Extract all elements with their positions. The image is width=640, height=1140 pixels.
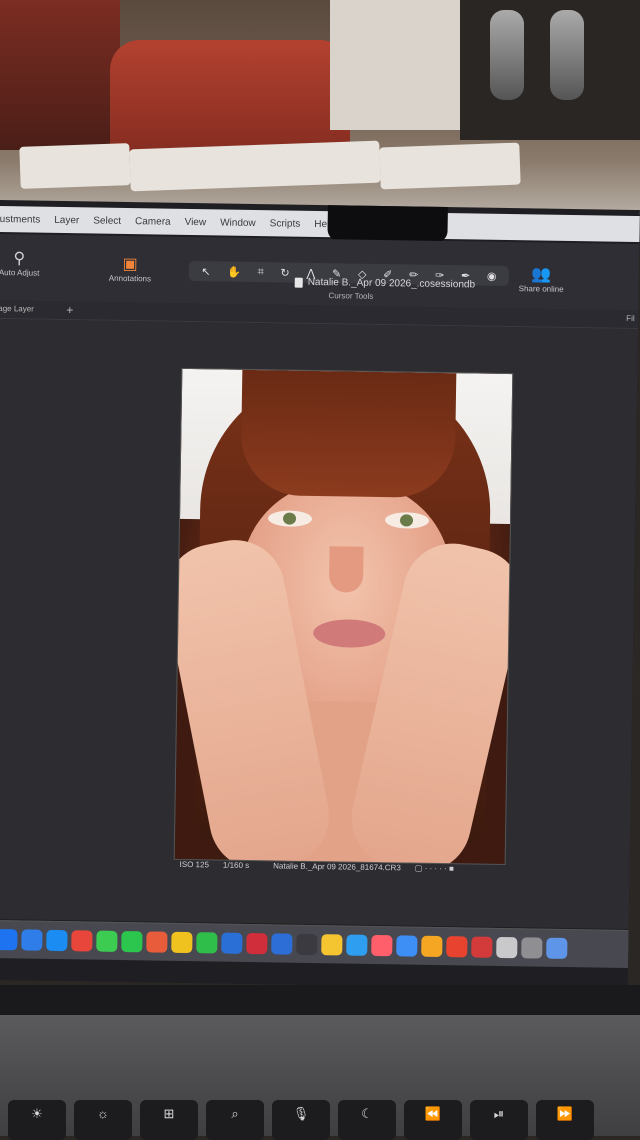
facetime-icon[interactable] — [196, 932, 218, 954]
function-key[interactable]: ⏪ — [404, 1100, 462, 1140]
viewer-canvas[interactable]: ISO 125 1/160 s Natalie B._Apr 09 2026_8… — [0, 318, 639, 929]
keynote-icon[interactable] — [246, 932, 268, 955]
menu-view[interactable]: View — [185, 216, 207, 227]
shutter-value: 1/160 s — [222, 860, 250, 870]
people-icon: 👥 — [531, 266, 552, 284]
mail-icon[interactable] — [21, 929, 43, 951]
document-title: Natalie B._Apr 09 2026_.cosessiondb — [294, 276, 476, 291]
cursor-tools-label: Cursor Tools — [328, 291, 374, 301]
function-key[interactable]: ☾ — [338, 1100, 396, 1140]
select-cursor-icon[interactable]: ↖ — [201, 265, 210, 278]
photo-eye-left — [267, 510, 313, 527]
calendar-icon[interactable] — [146, 931, 168, 953]
music-icon[interactable] — [296, 933, 318, 956]
menu-scripts[interactable]: Scripts — [270, 218, 301, 229]
notes-icon[interactable] — [171, 931, 193, 954]
menu-camera[interactable]: Camera — [135, 216, 171, 228]
whatsapp-icon[interactable] — [121, 930, 143, 953]
document-title-text: Natalie B._Apr 09 2026_.cosessiondb — [307, 276, 476, 291]
photo-nose — [328, 546, 364, 593]
chrome-icon[interactable] — [71, 930, 93, 952]
settings-icon[interactable] — [346, 934, 368, 956]
color-picker-icon[interactable]: ◉ — [487, 269, 497, 282]
shelf-object — [490, 10, 524, 100]
pages-icon[interactable] — [421, 935, 443, 958]
function-key[interactable]: ⌕ — [206, 1100, 264, 1140]
word-icon[interactable] — [271, 933, 293, 955]
menu-window[interactable]: Window — [220, 217, 256, 229]
dropbox-icon[interactable] — [496, 936, 518, 959]
annotations-label: Annotations — [108, 273, 152, 284]
pan-hand-icon[interactable]: ✋ — [227, 265, 241, 278]
portrait-photo[interactable] — [173, 367, 514, 866]
laptop-screen: ustments Layer Select Camera View Window… — [0, 200, 640, 990]
function-key[interactable]: ⏩ — [536, 1100, 594, 1140]
share-online-label: Share online — [518, 284, 564, 294]
files-icon[interactable] — [546, 937, 568, 960]
laptop-bezel — [0, 985, 640, 1015]
menu-select[interactable]: Select — [93, 215, 121, 226]
function-key[interactable]: ☀ — [8, 1100, 66, 1140]
photos-icon[interactable] — [371, 934, 393, 957]
function-key[interactable]: ☼ — [74, 1100, 132, 1140]
photoshop-icon[interactable] — [221, 932, 243, 954]
toolbar: ⚲ Auto Adjust ▣ Annotations ↖ ✋ ⌗ ↻ ⋀ ✎ … — [0, 233, 640, 312]
background-paper — [379, 142, 521, 190]
background-wall — [330, 0, 460, 130]
filter-label: Fil — [626, 313, 635, 323]
layer-select[interactable]: age Layer — [0, 304, 34, 314]
share-online-button[interactable]: 👥 Share online — [519, 266, 564, 294]
background-chair-left — [0, 0, 120, 150]
function-key[interactable]: ⊞ — [140, 1100, 198, 1140]
shelf-object — [550, 10, 584, 100]
crop-icon[interactable]: ⌗ — [257, 266, 263, 279]
disk-utility-icon[interactable] — [471, 936, 493, 958]
function-key-row: ☀ ☼ ⊞ ⌕ 🎙 ☾ ⏪ ⏯ ⏩ — [0, 1100, 640, 1140]
add-layer-icon[interactable]: + — [66, 303, 73, 317]
annotations-button[interactable]: ▣ Annotations — [108, 255, 152, 284]
iso-value: ISO 125 — [179, 859, 210, 870]
auto-adjust-label: Auto Adjust — [0, 267, 40, 278]
background-shelf — [460, 0, 640, 140]
acrobat-icon[interactable] — [446, 936, 468, 958]
image-filename: Natalie B._Apr 09 2026_81674.CR3 — [273, 861, 401, 873]
safari-icon[interactable] — [46, 929, 68, 952]
function-key[interactable]: 🎙 — [272, 1100, 330, 1140]
photo-bangs — [240, 369, 457, 499]
function-key[interactable]: ⏯ — [470, 1100, 528, 1140]
background-paper — [129, 140, 381, 192]
capture-one-icon[interactable] — [321, 934, 343, 956]
annotations-icon: ▣ — [122, 255, 138, 274]
rating-stars[interactable]: ▢ · · · · · ■ — [415, 864, 454, 874]
menu-layer[interactable]: Layer — [54, 214, 79, 225]
terminal-icon[interactable] — [521, 937, 543, 959]
messages-icon[interactable] — [96, 930, 118, 952]
document-icon — [294, 277, 303, 288]
wand-icon: ⚲ — [13, 250, 26, 268]
photo-eye-right — [384, 512, 430, 529]
screen-notch — [327, 205, 448, 244]
finder-icon[interactable] — [0, 929, 18, 951]
maps-icon[interactable] — [396, 935, 418, 957]
rotate-icon[interactable]: ↻ — [280, 266, 289, 279]
menu-adjustments[interactable]: ustments — [0, 213, 40, 225]
background-paper — [19, 143, 131, 189]
auto-adjust-button[interactable]: ⚲ Auto Adjust — [0, 250, 40, 278]
background-room — [0, 0, 640, 215]
